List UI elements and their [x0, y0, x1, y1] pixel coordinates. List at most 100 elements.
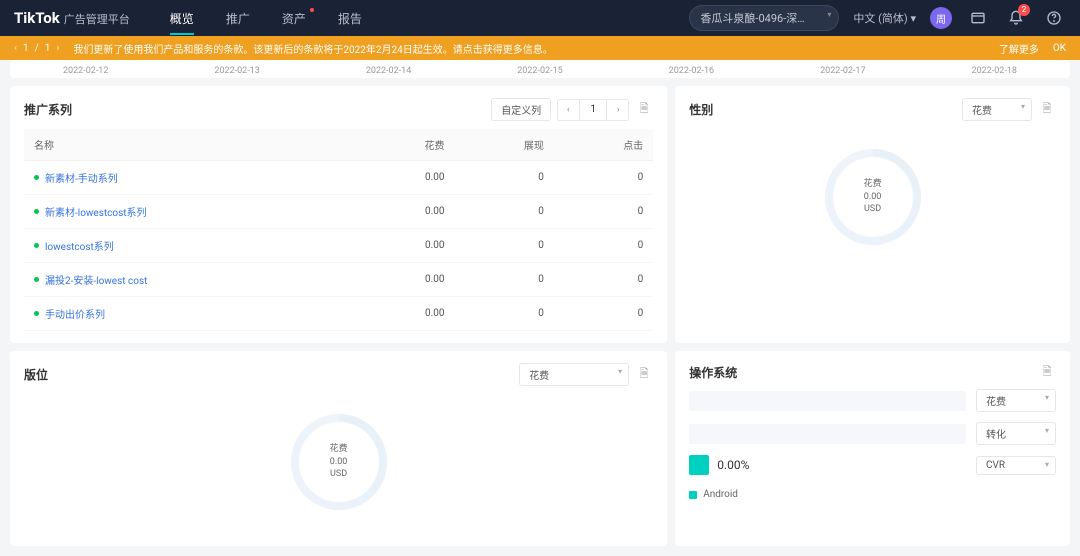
- campaign-link[interactable]: 漏投2-安装-lowest cost: [45, 272, 147, 287]
- notification-badge: 2: [1018, 4, 1030, 16]
- avatar[interactable]: 周: [930, 7, 952, 29]
- timeline-date: 2022-02-12: [63, 66, 108, 76]
- timeline-date: 2022-02-16: [669, 66, 714, 76]
- table-row: lowestcost系列0.0000: [24, 229, 653, 263]
- inbox-icon[interactable]: [966, 6, 990, 30]
- campaign-link[interactable]: 新素材-手动系列: [45, 170, 118, 185]
- col-impressions: 展现: [455, 129, 554, 161]
- content: 2022-02-12 2022-02-13 2022-02-14 2022-02…: [0, 60, 1080, 556]
- timeline-date: 2022-02-13: [214, 66, 259, 76]
- cell-name: 新素材-手动系列: [24, 161, 355, 195]
- pager: ‹ 1 ›: [557, 99, 629, 121]
- pager-number: 1: [579, 100, 607, 120]
- brand-logo: TikTok: [14, 9, 60, 27]
- gender-chart: 花费 0.00 USD: [689, 129, 1056, 269]
- timeline-date: 2022-02-17: [820, 66, 865, 76]
- export-icon[interactable]: 🗎: [1038, 363, 1056, 381]
- metric-select[interactable]: 转化: [976, 422, 1056, 445]
- nav-reports[interactable]: 报告: [324, 2, 376, 35]
- notification-dot-icon: [310, 8, 314, 12]
- bell-icon[interactable]: 2: [1004, 6, 1028, 30]
- campaign-link[interactable]: lowestcost系列: [45, 238, 114, 253]
- os-row: 0.00% CVR: [689, 455, 1056, 475]
- donut-chart: 花费 0.00 USD: [291, 414, 387, 510]
- nav-assets[interactable]: 资产: [268, 2, 320, 35]
- banner-ok-button[interactable]: OK: [1053, 43, 1066, 54]
- account-selector[interactable]: 香瓜斗泉酿-0496-深…: [689, 5, 839, 31]
- timeline-date: 2022-02-14: [366, 66, 411, 76]
- col-name: 名称: [24, 129, 355, 161]
- custom-columns-button[interactable]: 自定义列: [491, 98, 551, 121]
- banner-next-icon[interactable]: ›: [56, 43, 59, 54]
- os-card: 操作系统 🗎 花费 转化 0.00% CVR: [675, 351, 1070, 546]
- banner-page-total: 1: [45, 43, 51, 54]
- os-bar: [689, 391, 966, 411]
- legend-label: Android: [703, 489, 738, 500]
- cell-impressions: 0: [455, 263, 554, 297]
- select-label: 花费: [529, 371, 549, 382]
- card-title: 操作系统: [689, 364, 737, 381]
- select-label: 花费: [986, 397, 1006, 408]
- banner-text: 我们更新了使用我们产品和服务的条款。该更新后的条款将于2022年2月24日起生效…: [73, 41, 998, 56]
- export-icon[interactable]: 🗎: [635, 101, 653, 119]
- cell-clicks: 0: [554, 297, 653, 331]
- select-label: CVR: [986, 460, 1005, 471]
- nav-overview[interactable]: 概览: [156, 2, 208, 35]
- metric-select[interactable]: CVR: [976, 456, 1056, 475]
- avatar-letter: 周: [936, 11, 946, 26]
- donut-center: 花费 0.00 USD: [330, 443, 348, 481]
- cell-spend: 0.00: [355, 297, 454, 331]
- os-legend: Android: [689, 489, 1056, 500]
- cell-clicks: 0: [554, 195, 653, 229]
- export-icon[interactable]: 🗎: [1038, 101, 1056, 119]
- language-selector[interactable]: 中文 (简体) ▾: [853, 10, 916, 26]
- select-label: 花费: [972, 106, 992, 117]
- card-title: 版位: [24, 366, 48, 383]
- table-row: 新素材-lowestcost系列0.0000: [24, 195, 653, 229]
- metric-select[interactable]: 花费: [519, 363, 629, 386]
- os-rows: 花费 转化 0.00% CVR: [689, 389, 1056, 475]
- pager-next-icon[interactable]: ›: [608, 100, 628, 120]
- col-spend: 花费: [355, 129, 454, 161]
- account-label: 香瓜斗泉酿-0496-深…: [700, 12, 804, 25]
- banner-pager: ‹ 1 / 1 ›: [14, 43, 59, 54]
- banner-learn-more[interactable]: 了解更多: [999, 41, 1039, 56]
- nav-label: 资产: [282, 12, 306, 26]
- status-dot-icon: [34, 209, 39, 214]
- card-controls: 🗎: [1038, 363, 1056, 381]
- gender-card: 性别 花费 🗎 花费 0.00 USD: [675, 86, 1070, 343]
- cell-name: 新素材-lowestcost系列: [24, 195, 355, 229]
- cell-spend: 0.00: [355, 263, 454, 297]
- notice-banner: ‹ 1 / 1 › 我们更新了使用我们产品和服务的条款。该更新后的条款将于202…: [0, 36, 1080, 60]
- cell-name: 手动出价系列: [24, 297, 355, 331]
- banner-page-sep: /: [35, 43, 39, 54]
- main-nav: 概览 推广 资产 报告: [156, 2, 376, 35]
- legend-color-icon: [689, 491, 697, 499]
- card-controls: 花费 🗎: [962, 98, 1056, 121]
- metric-select[interactable]: 花费: [976, 389, 1056, 412]
- metric-select[interactable]: 花费: [962, 98, 1032, 121]
- os-row: 花费: [689, 389, 1056, 412]
- pager-prev-icon[interactable]: ‹: [558, 100, 578, 120]
- status-dot-icon: [34, 311, 39, 316]
- os-bar: [689, 424, 966, 444]
- table-header-row: 名称 花费 展现 点击: [24, 129, 653, 161]
- donut-currency: USD: [864, 203, 882, 216]
- banner-prev-icon[interactable]: ‹: [14, 43, 17, 54]
- placement-card: 版位 花费 🗎 花费 0.00 USD: [10, 351, 667, 546]
- lang-label: 中文 (简体): [853, 12, 907, 25]
- card-title: 性别: [689, 101, 713, 118]
- donut-label: 花费: [864, 178, 882, 191]
- campaign-link[interactable]: 新素材-lowestcost系列: [45, 204, 147, 219]
- donut-label: 花费: [330, 443, 348, 456]
- nav-label: 概览: [170, 12, 194, 26]
- cell-clicks: 0: [554, 229, 653, 263]
- nav-campaign[interactable]: 推广: [212, 2, 264, 35]
- col-clicks: 点击: [554, 129, 653, 161]
- banner-page-current: 1: [23, 43, 29, 54]
- export-icon[interactable]: 🗎: [635, 366, 653, 384]
- pct-color-icon: [689, 455, 709, 475]
- campaign-link[interactable]: 手动出价系列: [45, 306, 105, 321]
- help-icon[interactable]: [1042, 6, 1066, 30]
- donut-chart: 花费 0.00 USD: [825, 149, 921, 245]
